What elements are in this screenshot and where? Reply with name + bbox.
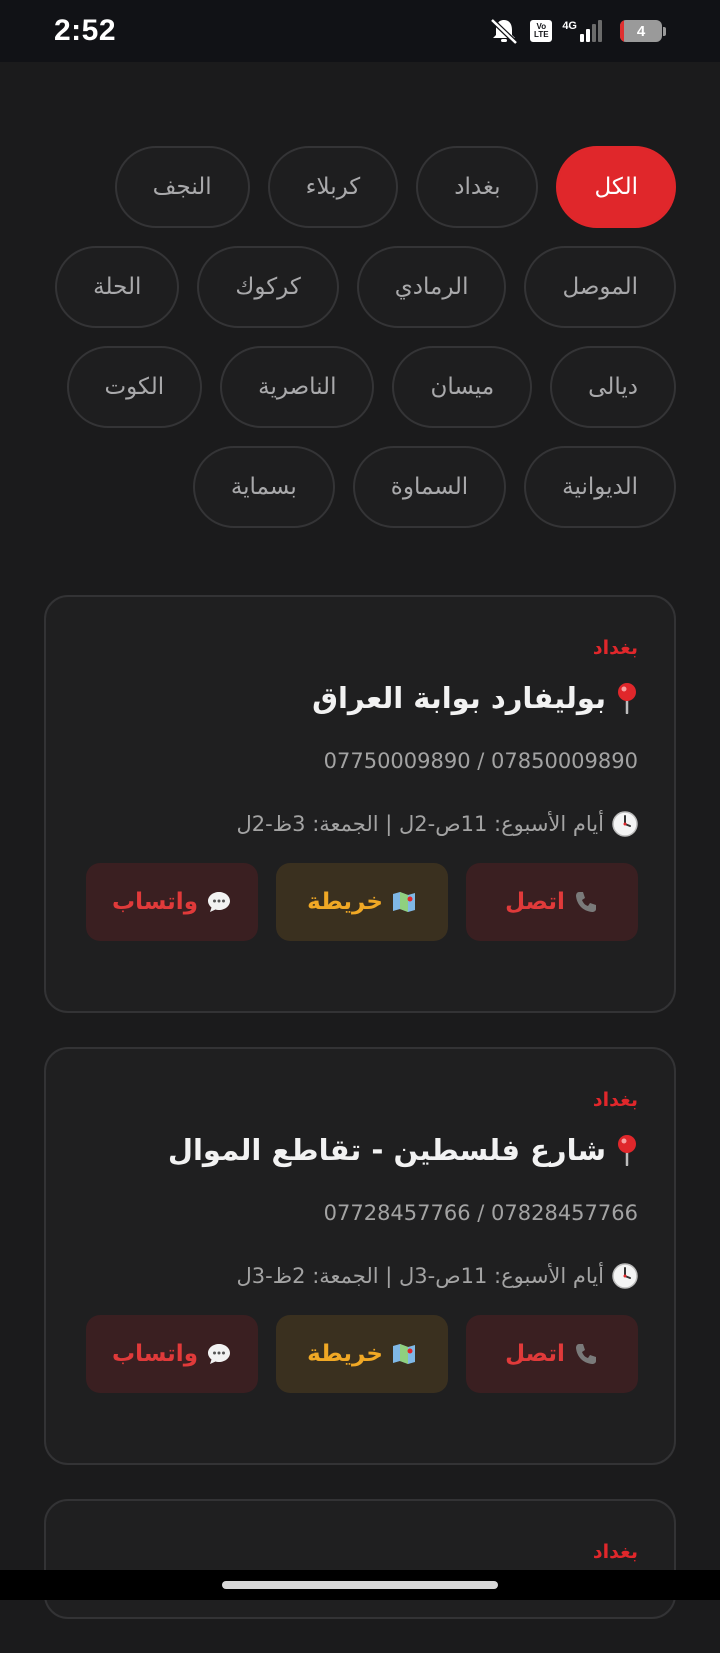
call-button[interactable]: اتصل — [466, 1315, 638, 1393]
network-type-label: 4G — [562, 20, 577, 32]
volte-icon: Vo LTE — [530, 20, 553, 42]
navigation-bar — [0, 1570, 720, 1600]
branch-title: شارع فلسطين - تقاطع الموال — [82, 1133, 638, 1167]
filter-chip-ramadi[interactable]: الرمادي — [356, 246, 507, 328]
map-icon — [391, 889, 417, 915]
filter-chip-maysan[interactable]: ميسان — [392, 346, 533, 428]
battery-level: 4 — [636, 22, 646, 40]
branch-actions: اتصل خريطة واتساب — [82, 1315, 638, 1393]
filter-chip-kirkuk[interactable]: كركوك — [197, 246, 339, 328]
branch-card: بغداد بوليفارد بوابة العراق 07750009890 … — [44, 595, 676, 1013]
branch-city: بغداد — [592, 1089, 638, 1111]
branch-city: بغداد — [592, 1541, 638, 1563]
hours-text: أيام الأسبوع: 11ص-2ل | الجمعة: 3ظ-2ل — [236, 812, 605, 836]
status-bar: 2:52 Vo LTE 4G 4 — [0, 0, 720, 62]
map-button[interactable]: خريطة — [276, 1315, 448, 1393]
filter-chip-hilla[interactable]: الحلة — [55, 246, 180, 328]
branch-city: بغداد — [592, 637, 638, 659]
map-icon — [391, 1341, 417, 1367]
filter-chip-baghdad[interactable]: بغداد — [416, 146, 539, 228]
filter-chip-nasiriyah[interactable]: الناصرية — [220, 346, 375, 428]
mute-icon — [488, 17, 520, 45]
filter-chip-najaf[interactable]: النجف — [114, 146, 250, 228]
hours-text: أيام الأسبوع: 11ص-3ل | الجمعة: 2ظ-3ل — [236, 1264, 605, 1288]
status-icons: Vo LTE 4G 4 — [488, 17, 666, 45]
speech-bubble-icon — [206, 889, 232, 915]
signal-icon: 4G — [562, 20, 602, 42]
volte-label-bottom: LTE — [534, 30, 549, 39]
branch-actions: اتصل خريطة واتساب — [82, 863, 638, 941]
clock-icon — [612, 1263, 638, 1289]
filter-chip-bismayah[interactable]: بسماية — [192, 446, 335, 528]
signal-bar — [598, 20, 602, 42]
city-filters: الكل بغداد كربلاء النجف الموصل الرمادي ك… — [44, 146, 676, 528]
filter-chip-diwaniyah[interactable]: الديوانية — [524, 446, 676, 528]
signal-bar — [592, 24, 596, 42]
branch-hours: أيام الأسبوع: 11ص-3ل | الجمعة: 2ظ-3ل — [82, 1263, 638, 1289]
whatsapp-button-label: واتساب — [112, 889, 198, 915]
battery-body: 4 — [620, 20, 662, 42]
location-pin-icon — [616, 682, 638, 715]
status-time: 2:52 — [54, 14, 117, 47]
signal-bar — [586, 29, 590, 42]
clock-icon — [612, 811, 638, 837]
filter-chip-diyala[interactable]: ديالى — [550, 346, 676, 428]
battery-tip — [663, 26, 666, 36]
call-button[interactable]: اتصل — [466, 863, 638, 941]
filter-chip-all[interactable]: الكل — [556, 146, 676, 228]
map-button-label: خريطة — [307, 889, 383, 915]
branch-hours: أيام الأسبوع: 11ص-2ل | الجمعة: 3ظ-2ل — [82, 811, 638, 837]
home-indicator[interactable] — [222, 1581, 498, 1589]
whatsapp-button[interactable]: واتساب — [86, 863, 258, 941]
branch-name: شارع فلسطين - تقاطع الموال — [167, 1133, 606, 1167]
branch-phones: 07750009890 / 07850009890 — [323, 749, 638, 773]
whatsapp-button[interactable]: واتساب — [86, 1315, 258, 1393]
phone-icon — [573, 1341, 599, 1367]
branch-title: بوليفارد بوابة العراق — [82, 681, 638, 715]
filter-chip-kut[interactable]: الكوت — [66, 346, 203, 428]
call-button-label: اتصل — [505, 889, 565, 915]
filter-chip-samawah[interactable]: السماوة — [352, 446, 507, 528]
map-button-label: خريطة — [307, 1341, 383, 1367]
branch-name: بوليفارد بوابة العراق — [312, 681, 606, 715]
phone-icon — [573, 889, 599, 915]
battery-icon: 4 — [620, 20, 666, 42]
branch-list: بغداد بوليفارد بوابة العراق 07750009890 … — [44, 595, 676, 1653]
filter-chip-karbala[interactable]: كربلاء — [267, 146, 399, 228]
signal-bar — [580, 34, 584, 42]
map-button[interactable]: خريطة — [276, 863, 448, 941]
branch-phones: 07728457766 / 07828457766 — [323, 1201, 638, 1225]
speech-bubble-icon — [206, 1341, 232, 1367]
filter-chip-mosul[interactable]: الموصل — [524, 246, 676, 328]
branch-card: بغداد شارع فلسطين - تقاطع الموال 0772845… — [44, 1047, 676, 1465]
battery-fill — [620, 20, 624, 42]
location-pin-icon — [616, 1134, 638, 1167]
whatsapp-button-label: واتساب — [112, 1341, 198, 1367]
branch-card: بغداد — [44, 1499, 676, 1619]
call-button-label: اتصل — [505, 1341, 565, 1367]
